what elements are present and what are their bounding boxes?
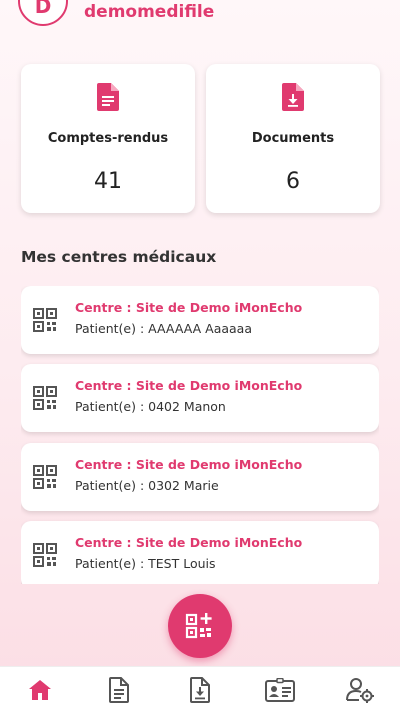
center-card[interactable]: Centre : Site de Demo iMonEcho Patient(e… bbox=[21, 443, 379, 511]
center-card[interactable]: Centre : Site de Demo iMonEcho Patient(e… bbox=[21, 521, 379, 584]
add-center-qr-button[interactable] bbox=[168, 594, 232, 658]
qr-code-icon bbox=[33, 308, 57, 332]
nav-reports[interactable] bbox=[99, 676, 139, 704]
nav-home[interactable] bbox=[20, 676, 60, 704]
bottom-nav bbox=[0, 666, 400, 711]
section-title: Mes centres médicaux bbox=[21, 248, 217, 266]
avatar-initial: D bbox=[34, 0, 52, 18]
qr-code-icon bbox=[33, 465, 57, 489]
id-card-icon bbox=[265, 678, 295, 702]
center-card[interactable]: Centre : Site de Demo iMonEcho Patient(e… bbox=[21, 286, 379, 354]
qr-code-icon bbox=[33, 386, 57, 410]
download-document-icon bbox=[190, 677, 210, 703]
patient-name: Patient(e) : 0302 Marie bbox=[75, 478, 219, 493]
center-name: Centre : Site de Demo iMonEcho bbox=[75, 457, 303, 472]
patient-name: Patient(e) : AAAAAA Aaaaaa bbox=[75, 321, 252, 336]
document-icon bbox=[109, 677, 129, 703]
header: D demomedifile bbox=[0, 0, 400, 40]
medical-centers-list[interactable]: Centre : Site de Demo iMonEcho Patient(e… bbox=[21, 286, 379, 584]
nav-documents[interactable] bbox=[180, 676, 220, 704]
center-name: Centre : Site de Demo iMonEcho bbox=[75, 378, 303, 393]
qr-code-icon bbox=[33, 543, 57, 567]
reports-count: 41 bbox=[94, 169, 122, 194]
home-icon bbox=[29, 680, 51, 700]
patient-name: Patient(e) : 0402 Manon bbox=[75, 399, 226, 414]
avatar[interactable]: D bbox=[18, 0, 68, 26]
username: demomedifile bbox=[84, 2, 215, 22]
nav-id-card[interactable] bbox=[260, 676, 300, 704]
documents-count: 6 bbox=[286, 169, 300, 194]
center-card[interactable]: Centre : Site de Demo iMonEcho Patient(e… bbox=[21, 364, 379, 432]
qr-add-icon bbox=[185, 613, 212, 639]
reports-label: Comptes-rendus bbox=[47, 131, 169, 146]
report-icon bbox=[21, 83, 195, 113]
nav-account-settings[interactable] bbox=[340, 676, 380, 704]
center-name: Centre : Site de Demo iMonEcho bbox=[75, 535, 303, 550]
documents-card[interactable]: Documents 6 bbox=[206, 64, 380, 213]
patient-name: Patient(e) : TEST Louis bbox=[75, 556, 216, 571]
user-settings-icon bbox=[346, 678, 374, 703]
reports-card[interactable]: Comptes-rendus 41 bbox=[21, 64, 195, 213]
center-name: Centre : Site de Demo iMonEcho bbox=[75, 300, 303, 315]
download-document-icon bbox=[206, 83, 380, 113]
documents-label: Documents bbox=[251, 131, 335, 146]
